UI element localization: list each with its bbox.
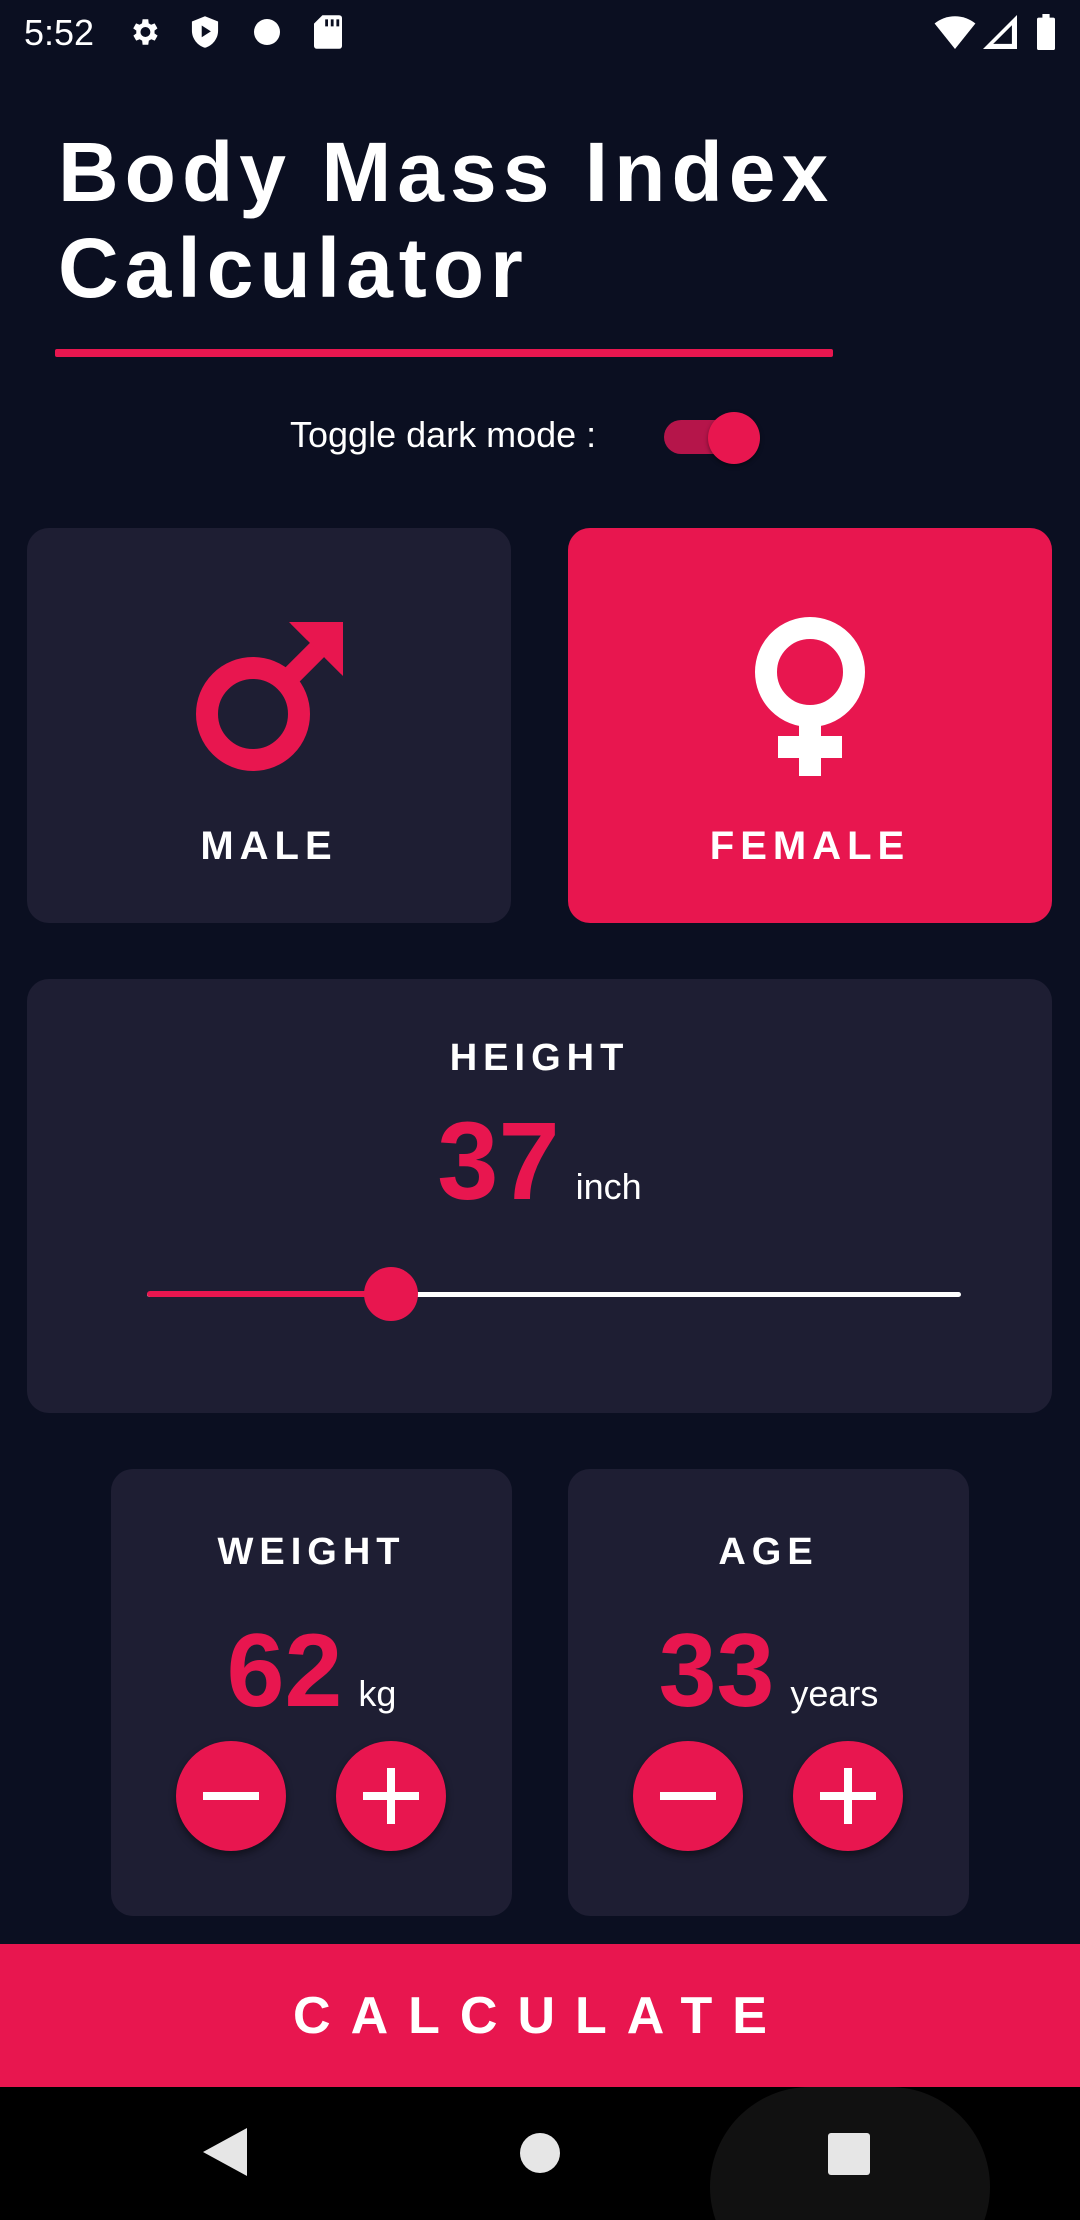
weight-card: WEIGHT 62 kg bbox=[111, 1469, 512, 1916]
height-slider[interactable] bbox=[147, 1264, 961, 1324]
navigation-bar bbox=[0, 2087, 1080, 2220]
plus-icon bbox=[363, 1768, 419, 1824]
status-bar: 5:52 bbox=[0, 0, 1080, 66]
gear-icon bbox=[126, 14, 162, 50]
dark-mode-label: Toggle dark mode : bbox=[290, 414, 597, 455]
female-symbol-icon bbox=[755, 617, 865, 776]
title-underline bbox=[55, 349, 833, 357]
weight-unit: kg bbox=[358, 1673, 397, 1714]
bmi-screen: 5:52 Body Mass Index Calculator Toggle d… bbox=[0, 0, 1080, 2220]
dot-icon bbox=[252, 14, 282, 50]
sd-card-icon bbox=[312, 14, 344, 50]
calculate-button[interactable]: CALCULATE bbox=[0, 1944, 1080, 2087]
female-label: FEMALE bbox=[709, 824, 911, 868]
dark-mode-row: Toggle dark mode : bbox=[0, 404, 1080, 464]
age-value-row: 33 years bbox=[568, 1619, 969, 1723]
weight-value: 62 bbox=[226, 1613, 343, 1729]
age-label: AGE bbox=[718, 1531, 819, 1573]
weight-decrement-button[interactable] bbox=[176, 1741, 286, 1851]
shield-play-icon bbox=[188, 14, 222, 50]
home-icon[interactable] bbox=[516, 2129, 564, 2177]
wifi-icon bbox=[934, 14, 976, 50]
male-symbol-icon bbox=[196, 622, 343, 771]
age-decrement-button[interactable] bbox=[633, 1741, 743, 1851]
page-title: Body Mass Index Calculator bbox=[58, 124, 958, 316]
age-unit: years bbox=[790, 1673, 879, 1714]
age-increment-button[interactable] bbox=[793, 1741, 903, 1851]
slider-fill bbox=[147, 1291, 392, 1297]
male-label: MALE bbox=[200, 824, 338, 868]
cell-signal-icon bbox=[982, 14, 1018, 50]
female-card[interactable]: FEMALE bbox=[568, 528, 1052, 923]
age-card: AGE 33 years bbox=[568, 1469, 969, 1916]
height-unit: inch bbox=[575, 1166, 642, 1207]
weight-label: WEIGHT bbox=[217, 1531, 406, 1573]
title-line-1: Body Mass Index bbox=[58, 125, 835, 219]
height-label: HEIGHT bbox=[449, 1037, 630, 1079]
minus-icon bbox=[660, 1792, 716, 1800]
male-card[interactable]: MALE bbox=[27, 528, 511, 923]
slider-thumb[interactable] bbox=[364, 1267, 419, 1321]
switch-thumb bbox=[708, 412, 760, 464]
recents-icon[interactable] bbox=[826, 2131, 872, 2177]
plus-icon bbox=[820, 1768, 876, 1824]
battery-icon bbox=[1034, 14, 1058, 50]
height-value-row: 37 inch bbox=[27, 1107, 1052, 1217]
dark-mode-switch[interactable] bbox=[662, 412, 762, 464]
weight-value-row: 62 kg bbox=[111, 1619, 512, 1723]
title-line-2: Calculator bbox=[58, 221, 529, 315]
weight-increment-button[interactable] bbox=[336, 1741, 446, 1851]
height-card: HEIGHT 37 inch bbox=[27, 979, 1052, 1413]
height-value: 37 bbox=[437, 1100, 560, 1223]
status-time: 5:52 bbox=[24, 12, 95, 53]
age-value: 33 bbox=[658, 1613, 775, 1729]
back-icon[interactable] bbox=[200, 2125, 250, 2179]
minus-icon bbox=[203, 1792, 259, 1800]
